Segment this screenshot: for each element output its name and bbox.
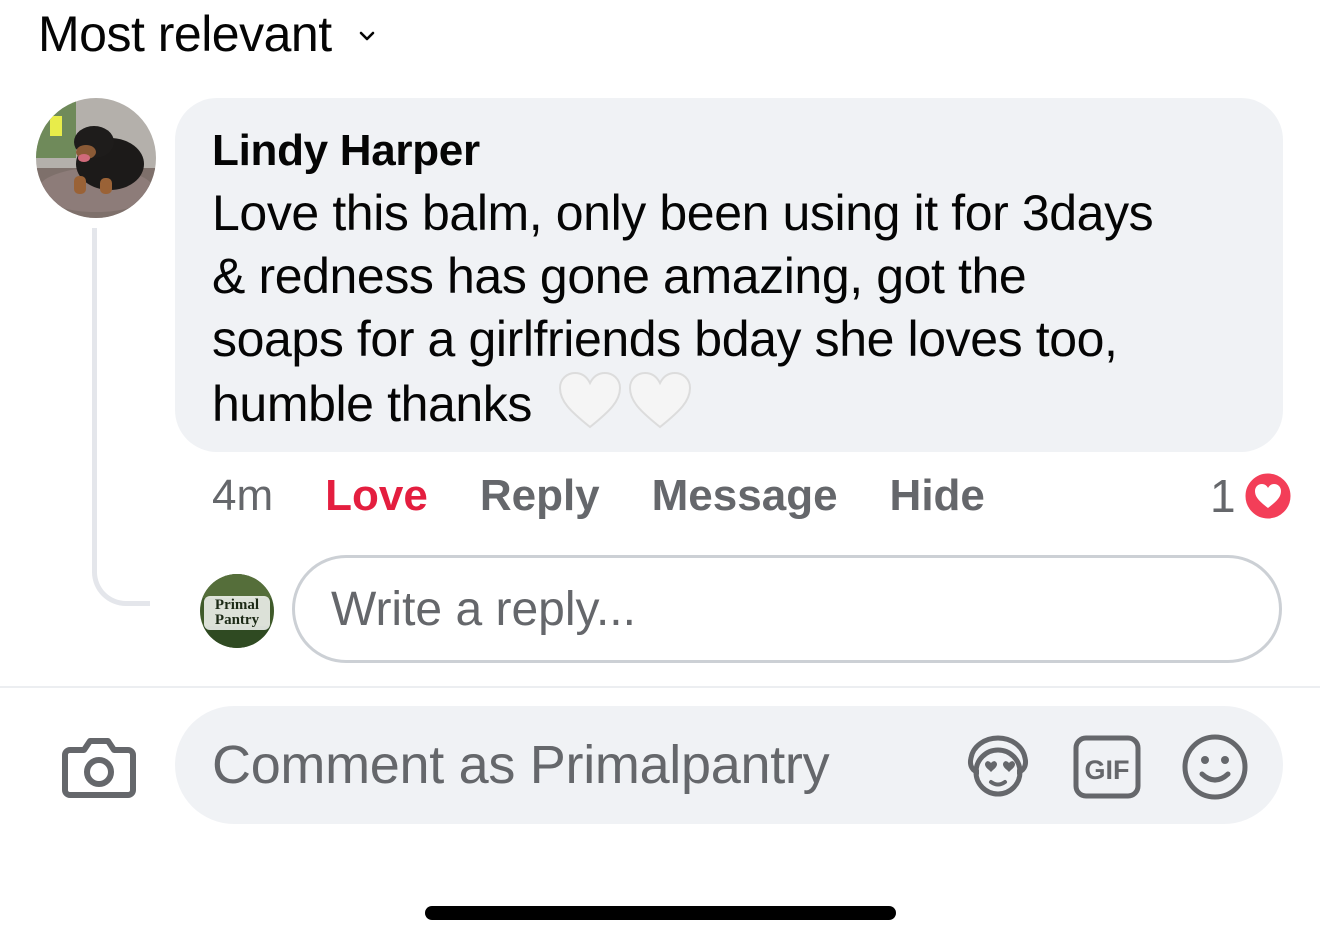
message-button[interactable]: Message [652, 471, 838, 521]
gif-icon[interactable]: GIF [1072, 732, 1142, 802]
avatar-sticker-icon[interactable] [963, 732, 1033, 802]
home-indicator[interactable] [425, 906, 896, 920]
svg-text:GIF: GIF [1085, 755, 1130, 785]
page-avatar-line1: Primal [215, 597, 259, 613]
comment-actions: 4m Love Reply Message Hide [212, 466, 1037, 526]
comment-text: Love this balm, only been using it for 3… [212, 182, 1253, 446]
sort-selector[interactable]: Most relevant [38, 4, 376, 64]
reply-button[interactable]: Reply [480, 471, 600, 521]
love-button[interactable]: Love [325, 471, 428, 521]
comment-placeholder: Comment as Primalpantry [212, 735, 830, 795]
comment-author[interactable]: Lindy Harper [212, 120, 1253, 182]
hide-button[interactable]: Hide [890, 471, 985, 521]
composer-divider [0, 686, 1320, 688]
camera-icon[interactable] [62, 736, 136, 798]
commenter-avatar[interactable] [36, 98, 156, 218]
comment-bubble[interactable]: Lindy Harper Love this balm, only been u… [175, 98, 1283, 452]
reply-input[interactable]: Write a reply... [292, 555, 1282, 663]
page-avatar[interactable]: Primal Pantry [200, 574, 274, 648]
page-avatar-line2: Pantry [215, 612, 260, 628]
thread-connector [92, 228, 150, 606]
emoji-icon[interactable] [1180, 732, 1250, 802]
comment-time[interactable]: 4m [212, 471, 273, 521]
reaction-count: 1 [1210, 470, 1236, 522]
white-heart-icon [558, 371, 692, 446]
love-reaction-icon [1242, 470, 1294, 522]
reply-placeholder: Write a reply... [331, 582, 636, 636]
sort-label: Most relevant [38, 6, 332, 62]
reaction-summary[interactable]: 1 [1210, 466, 1294, 526]
comments-screen: Most relevant Lindy Harper Love this bal… [0, 0, 1320, 945]
chevron-down-icon [359, 31, 374, 41]
